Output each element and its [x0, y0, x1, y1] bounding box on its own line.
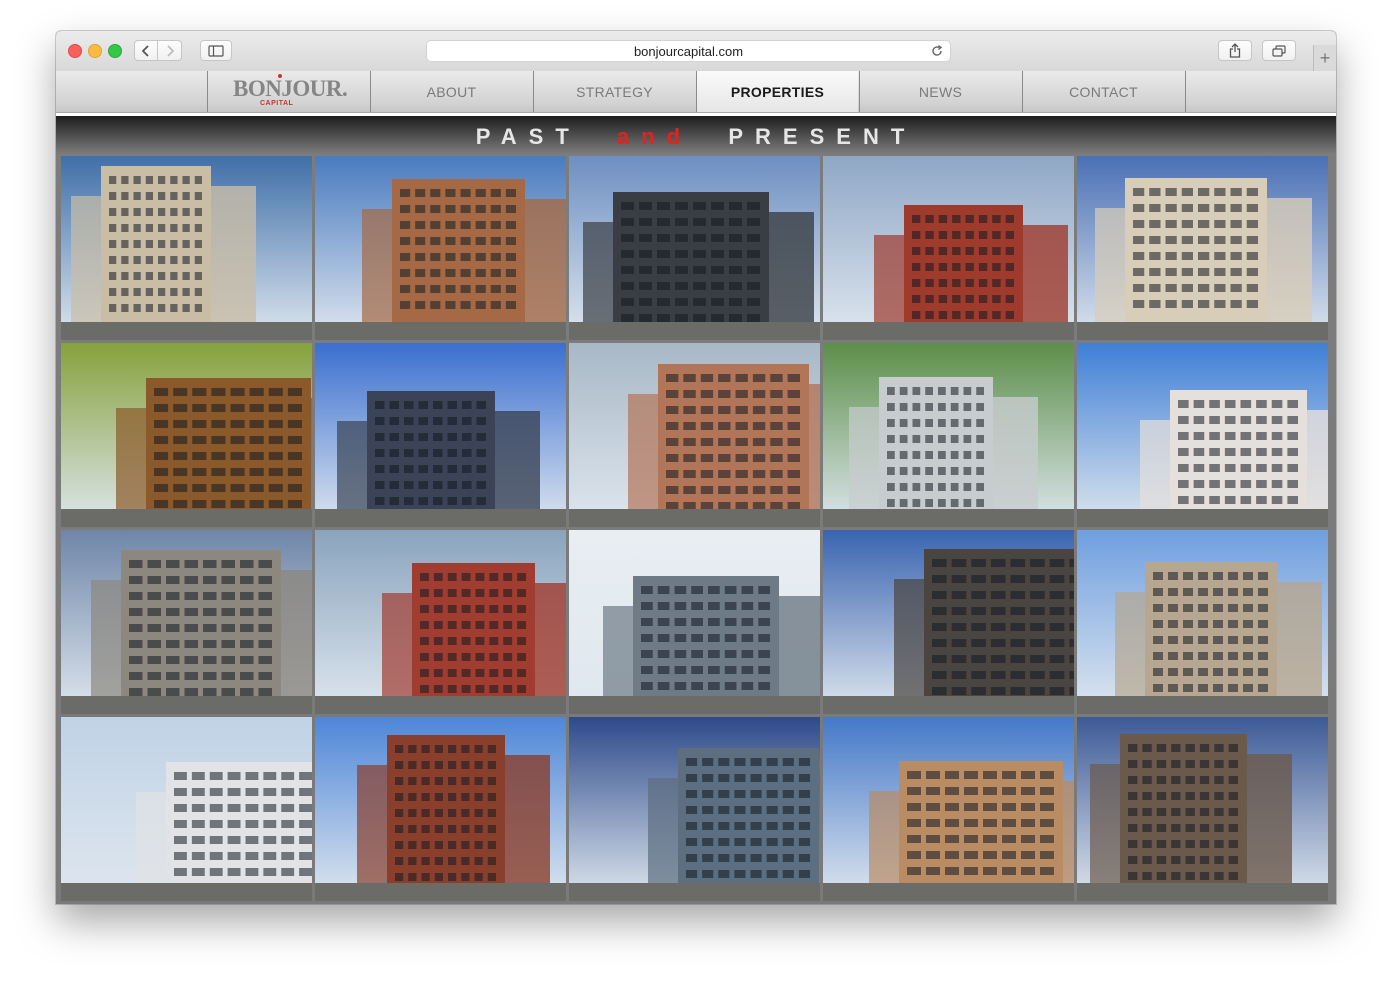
building-image [315, 530, 566, 714]
property-photo[interactable] [61, 530, 312, 714]
share-icon [1229, 43, 1241, 58]
property-photo[interactable] [569, 343, 820, 527]
page-title: PAST and PRESENT [56, 124, 1336, 150]
back-button[interactable] [134, 40, 158, 61]
chevron-right-icon [166, 44, 174, 57]
tabs-icon [1272, 44, 1286, 57]
property-photo[interactable] [823, 156, 1074, 340]
building-image [315, 717, 566, 901]
new-tab-button[interactable]: + [1313, 45, 1336, 71]
property-photo[interactable] [569, 717, 820, 901]
chevron-left-icon [141, 44, 149, 57]
title-word-past: PAST [475, 124, 581, 149]
property-photo[interactable] [1077, 156, 1328, 340]
building-image [1077, 717, 1328, 901]
property-photo[interactable] [315, 530, 566, 714]
logo-wordmark: BONJOUR. [233, 76, 348, 101]
property-photo[interactable] [61, 343, 312, 527]
property-photo[interactable] [569, 530, 820, 714]
property-photo[interactable] [569, 156, 820, 340]
property-photo[interactable] [1077, 343, 1328, 527]
building-image [823, 717, 1074, 901]
building-image [61, 717, 312, 901]
browser-window: bonjourcapital.com + BONJOUR. CAPITAL AB… [56, 31, 1336, 904]
building-image [61, 156, 312, 340]
building-image [823, 530, 1074, 714]
nav-label: CONTACT [1069, 83, 1138, 100]
site-navigation: BONJOUR. CAPITAL ABOUT STRATEGY PROPERTI… [56, 71, 1336, 113]
nav-contact[interactable]: CONTACT [1022, 71, 1184, 112]
building-image [823, 343, 1074, 527]
property-photo[interactable] [61, 156, 312, 340]
building-image [1077, 530, 1328, 714]
zoom-window-button[interactable] [108, 44, 122, 58]
property-photo[interactable] [315, 343, 566, 527]
property-photo[interactable] [823, 343, 1074, 527]
property-photo[interactable] [823, 530, 1074, 714]
browser-toolbar: bonjourcapital.com + [56, 31, 1336, 72]
address-bar[interactable]: bonjourcapital.com [426, 40, 951, 62]
nav-label: ABOUT [426, 83, 477, 100]
building-image [569, 530, 820, 714]
nav-label: PROPERTIES [730, 83, 825, 100]
nav-strategy[interactable]: STRATEGY [533, 71, 695, 112]
reload-icon[interactable] [930, 44, 944, 58]
close-window-button[interactable] [68, 44, 82, 58]
property-photo[interactable] [61, 717, 312, 901]
forward-button[interactable] [158, 40, 182, 61]
plus-icon: + [1319, 47, 1331, 68]
logo-subtitle: CAPITAL [260, 100, 294, 107]
property-photo[interactable] [315, 717, 566, 901]
property-photo[interactable] [1077, 530, 1328, 714]
nav-divider [1185, 71, 1186, 112]
property-photo[interactable] [315, 156, 566, 340]
properties-section: PAST and PRESENT [56, 116, 1336, 904]
building-image [61, 343, 312, 527]
building-image [315, 156, 566, 340]
building-image [569, 156, 820, 340]
sidebar-toggle-button[interactable] [200, 40, 232, 61]
nav-label: NEWS [918, 83, 963, 100]
nav-label: STRATEGY [576, 83, 653, 100]
share-button[interactable] [1218, 40, 1252, 61]
show-tabs-button[interactable] [1262, 40, 1296, 61]
building-image [1077, 343, 1328, 527]
nav-news[interactable]: NEWS [859, 71, 1021, 112]
bonjour-capital-logo[interactable]: BONJOUR. CAPITAL [207, 71, 370, 112]
property-photo[interactable] [823, 717, 1074, 901]
building-image [569, 717, 820, 901]
minimize-window-button[interactable] [88, 44, 102, 58]
building-image [61, 530, 312, 714]
nav-properties[interactable]: PROPERTIES [696, 71, 858, 112]
title-word-present: PRESENT [728, 124, 917, 149]
building-image [315, 343, 566, 527]
property-photo[interactable] [1077, 717, 1328, 901]
logo-dot [278, 74, 282, 78]
property-grid [61, 156, 1328, 901]
url-text: bonjourcapital.com [633, 43, 744, 59]
building-image [823, 156, 1074, 340]
sidebar-icon [208, 44, 224, 57]
title-word-and: and [617, 124, 693, 149]
building-image [1077, 156, 1328, 340]
building-image [569, 343, 820, 527]
nav-about[interactable]: ABOUT [370, 71, 532, 112]
